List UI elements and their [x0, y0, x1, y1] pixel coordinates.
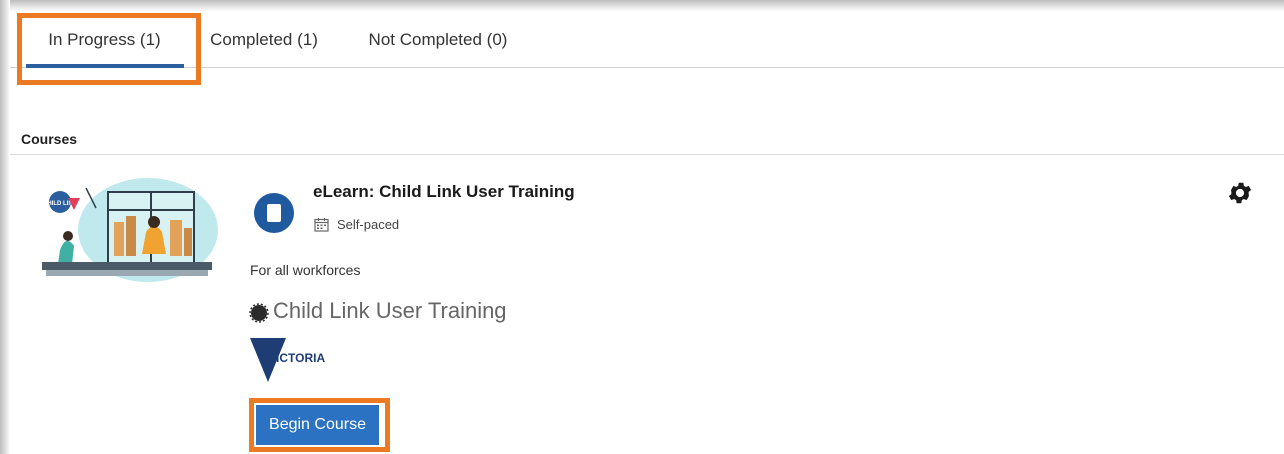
victoria-logo: VICTORIA	[250, 338, 325, 382]
window-shadow-top	[0, 0, 1284, 12]
gear-icon[interactable]	[1226, 179, 1254, 207]
victoria-logo-text: VICTORIA	[268, 351, 325, 365]
book-icon	[254, 193, 294, 233]
course-title[interactable]: eLearn: Child Link User Training	[313, 182, 575, 202]
calendar-icon	[314, 218, 329, 232]
active-tab-indicator	[26, 64, 184, 68]
status-tabs: In Progress (1) Completed (1) Not Comple…	[10, 12, 1284, 68]
course-description: For all workforces	[250, 262, 361, 278]
course-pace: Self-paced	[337, 217, 400, 232]
tab-completed[interactable]: Completed (1)	[200, 12, 328, 68]
window-shadow-left	[0, 0, 10, 454]
tab-completed-label: Completed (1)	[210, 30, 318, 49]
course-subtitle: Child Link User Training	[273, 298, 507, 323]
course-page: In Progress (1) Completed (1) Not Comple…	[0, 0, 1284, 454]
section-heading: Courses	[21, 131, 78, 147]
loading-spinner-icon	[249, 303, 269, 323]
tab-not-completed[interactable]: Not Completed (0)	[360, 12, 516, 68]
tab-not-completed-label: Not Completed (0)	[368, 30, 508, 49]
course-thumbnail[interactable]: CHILD LINK	[38, 172, 220, 284]
section-divider	[10, 154, 1284, 155]
tab-in-progress-label: In Progress (1)	[48, 30, 161, 49]
tab-in-progress[interactable]: In Progress (1)	[26, 12, 183, 68]
begin-course-button[interactable]: Begin Course	[256, 405, 379, 445]
